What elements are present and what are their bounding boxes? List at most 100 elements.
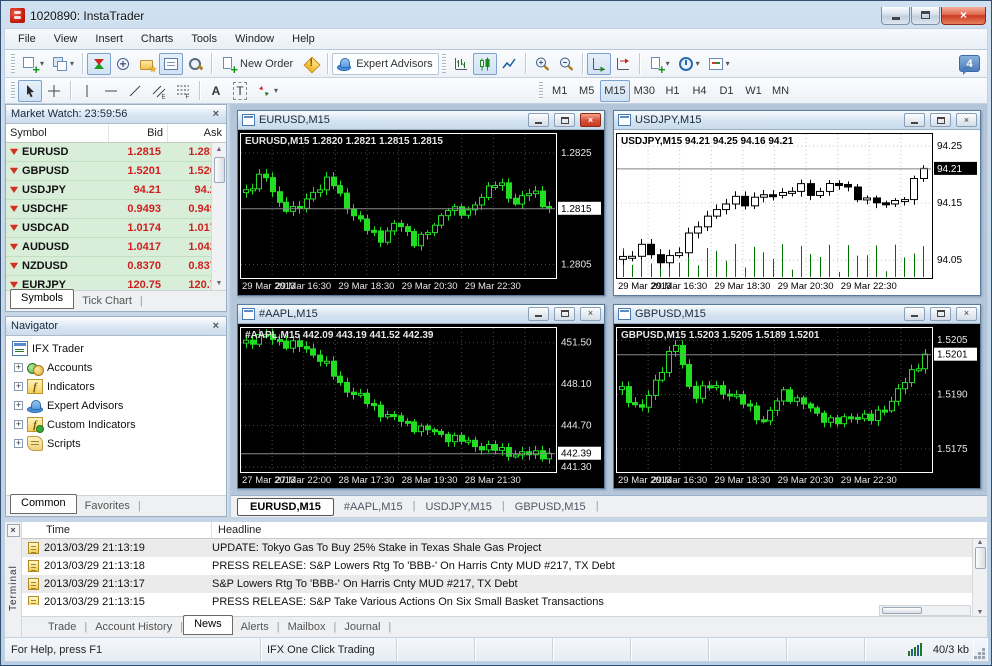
chart-minimize-button[interactable]	[528, 306, 549, 321]
chart-restore-button[interactable]	[930, 113, 951, 127]
navigator-item-custom-indicators[interactable]: Custom Indicators	[8, 415, 224, 434]
scrollbar-thumb[interactable]	[213, 157, 225, 183]
scroll-up-icon[interactable]: ▲	[977, 539, 984, 546]
resize-grip[interactable]	[973, 638, 987, 661]
text-tool-button[interactable]: A	[204, 80, 228, 102]
market-watch-row-audusd[interactable]: AUDUSD 1.0417 1.0420	[6, 238, 226, 257]
terminal-close-icon[interactable]: ×	[6, 524, 20, 537]
equidistant-channel-tool-button[interactable]: E	[147, 80, 171, 102]
column-headline[interactable]: Headline	[212, 522, 987, 538]
terminal-tab-account-history[interactable]: Account History	[87, 618, 180, 637]
timeframe-m15-button[interactable]: M15	[600, 79, 630, 102]
market-watch-row-gbpusd[interactable]: GBPUSD 1.5201 1.5204	[6, 162, 226, 181]
status-trading-mode[interactable]: IFX One Click Trading	[261, 638, 397, 661]
terminal-tab-alerts[interactable]: Alerts	[233, 618, 277, 637]
market-watch-row-nzdusd[interactable]: NZDUSD 0.8370 0.8373	[6, 257, 226, 276]
navigator-tab-common[interactable]: Common	[10, 494, 77, 514]
chart-close-button[interactable]: ×	[956, 306, 977, 321]
scroll-down-icon[interactable]: ▼	[977, 609, 984, 616]
new-chart-button[interactable]: ▾	[18, 53, 48, 76]
scroll-down-icon[interactable]: ▼	[216, 277, 223, 290]
news-row[interactable]: 2013/03/29 21:13:19 UPDATE: Tokyo Gas To …	[22, 539, 987, 557]
toolbar-grip[interactable]	[441, 54, 446, 73]
column-bid[interactable]: Bid	[108, 124, 167, 142]
market-watch-row-eurjpy[interactable]: EURJPY 120.75 120.78	[6, 276, 226, 290]
text-label-tool-button[interactable]: T	[228, 80, 252, 102]
scroll-up-icon[interactable]: ▲	[216, 143, 223, 156]
chart-canvas-eurusd[interactable]: 1.2825 1.2815 1.2805 29 Mar 2013 29 Mar 16:3…	[238, 130, 604, 295]
notifications-badge[interactable]: 4	[959, 55, 980, 75]
timeframe-mn-button[interactable]: MN	[767, 80, 794, 102]
expand-plus-icon[interactable]	[14, 382, 23, 391]
terminal-horizontal-scrollbar[interactable]	[879, 605, 971, 616]
chart-minimize-button[interactable]	[528, 113, 549, 127]
timeframe-w1-button[interactable]: W1	[740, 80, 767, 102]
profiles-button[interactable]: ▾	[48, 53, 78, 75]
window-close-button[interactable]: ×	[941, 6, 986, 25]
chart-close-button[interactable]: ×	[956, 113, 977, 127]
column-ask[interactable]: Ask	[167, 124, 226, 142]
expand-plus-icon[interactable]	[14, 401, 23, 410]
menu-help[interactable]: Help	[283, 30, 324, 48]
market-watch-toggle-button[interactable]	[87, 52, 112, 75]
toolbar-grip[interactable]	[11, 54, 15, 73]
vertical-line-tool-button[interactable]	[75, 80, 99, 102]
terminal-toggle-button[interactable]	[159, 52, 184, 75]
horizontal-line-tool-button[interactable]	[99, 80, 123, 102]
menu-window[interactable]: Window	[226, 30, 283, 48]
chart-window-aapl[interactable]: #AAPL,M15 × 451.50 448.10 444.70 442.39 441.30…	[237, 303, 605, 489]
chart-minimize-button[interactable]	[904, 306, 925, 321]
navigator-close-icon[interactable]: ×	[211, 320, 221, 332]
chart-window-titlebar-aapl[interactable]: #AAPL,M15 ×	[238, 304, 604, 324]
strategy-tester-button[interactable]	[183, 53, 207, 75]
chart-canvas-usdjpy[interactable]: 94.25 94.21 94.15 94.05 29 Mar 2013 29 Mar 16…	[614, 130, 980, 295]
menu-insert[interactable]: Insert	[86, 30, 132, 48]
fibonacci-tool-button[interactable]: F	[171, 80, 195, 102]
line-chart-button[interactable]	[497, 53, 521, 75]
chart-tab-usdjpy-m15[interactable]: USDJPY,M15	[415, 498, 501, 516]
navigator-item-scripts[interactable]: Scripts	[8, 434, 224, 453]
timeframe-h4-button[interactable]: H4	[686, 80, 713, 102]
candlestick-chart-button[interactable]	[472, 52, 497, 75]
market-watch-tab-symbols[interactable]: Symbols	[10, 289, 75, 309]
crosshair-tool-button[interactable]	[42, 80, 66, 102]
market-watch-close-icon[interactable]: ×	[211, 108, 221, 120]
navigator-item-accounts[interactable]: Accounts	[8, 358, 224, 377]
chart-tab-gbpusd-m15[interactable]: GBPUSD,M15	[505, 498, 596, 516]
navigator-root-ifx-trader[interactable]: IFX Trader	[8, 339, 224, 358]
terminal-tab-journal[interactable]: Journal	[336, 618, 388, 637]
timeframe-m30-button[interactable]: M30	[630, 80, 659, 102]
window-minimize-button[interactable]	[881, 6, 910, 25]
zoom-out-button[interactable]	[554, 53, 578, 75]
scrollbar-thumb[interactable]	[974, 547, 986, 569]
expert-advisors-button[interactable]: Expert Advisors	[332, 52, 439, 75]
toolbar-grip[interactable]	[11, 82, 15, 99]
zoom-in-button[interactable]	[530, 53, 554, 75]
chart-close-button[interactable]: ×	[580, 306, 601, 321]
chart-tab-eurusd-m15[interactable]: EURUSD,M15	[237, 497, 334, 516]
templates-button[interactable]: ▾	[704, 53, 734, 75]
menu-tools[interactable]: Tools	[182, 30, 226, 48]
column-symbol[interactable]: Symbol	[6, 124, 108, 142]
menu-charts[interactable]: Charts	[132, 30, 182, 48]
chart-restore-button[interactable]	[554, 306, 575, 321]
chart-window-titlebar-gbpusd[interactable]: GBPUSD,M15 ×	[614, 304, 980, 324]
expand-plus-icon[interactable]	[14, 420, 23, 429]
chart-canvas-aapl[interactable]: 451.50 448.10 444.70 442.39 441.30 27 Mar 201…	[238, 323, 604, 488]
news-row[interactable]: 2013/03/29 21:13:18 PRESS RELEASE: S&P Lo…	[22, 557, 987, 575]
terminal-tab-mailbox[interactable]: Mailbox	[280, 618, 334, 637]
chart-window-usdjpy[interactable]: USDJPY,M15 × 94.25 94.21 94.15 94.05 29 Mar 20…	[613, 110, 981, 296]
new-order-button[interactable]: New Order	[216, 53, 299, 76]
chart-tab--aapl-m15[interactable]: #AAPL,M15	[334, 498, 413, 516]
timeframe-d1-button[interactable]: D1	[713, 80, 740, 102]
timeframe-m5-button[interactable]: M5	[573, 80, 600, 102]
column-time[interactable]: Time	[22, 522, 212, 538]
timeframe-h1-button[interactable]: H1	[659, 80, 686, 102]
chart-window-eurusd[interactable]: EURUSD,M15 × 1.2825 1.2815 1.2805 29 Mar 2013…	[237, 110, 605, 296]
terminal-tab-trade[interactable]: Trade	[40, 618, 84, 637]
terminal-tab-news[interactable]: News	[183, 615, 233, 635]
metaeditor-button[interactable]	[299, 53, 323, 75]
chart-shift-button[interactable]	[611, 53, 635, 75]
indicators-button[interactable]: ▾	[644, 53, 674, 76]
periods-button[interactable]: ▾	[674, 53, 704, 75]
